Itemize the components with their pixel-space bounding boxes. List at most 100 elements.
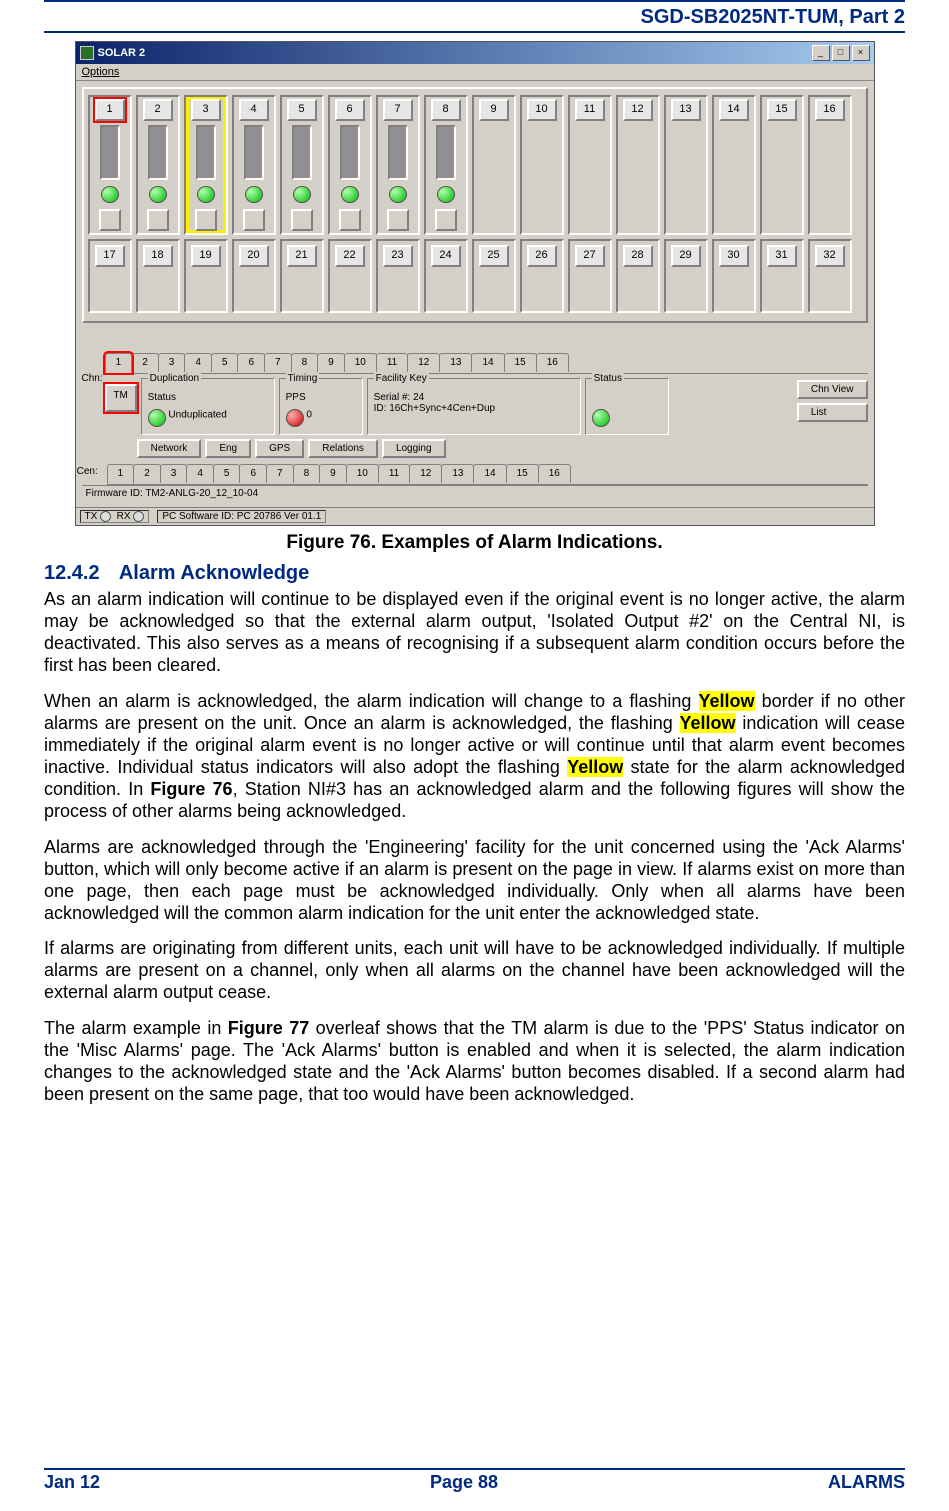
cen-tab-6[interactable]: 6: [239, 464, 267, 483]
chn-tab-8[interactable]: 8: [291, 353, 319, 372]
station-slot-19[interactable]: 19: [184, 239, 228, 313]
station-slot-10[interactable]: 10: [520, 95, 564, 235]
station-slot-1[interactable]: 1: [88, 95, 132, 235]
station-slot-16[interactable]: 16: [808, 95, 852, 235]
menu-bar[interactable]: Options: [76, 64, 874, 81]
station-slot-3[interactable]: 3: [184, 95, 228, 235]
slot-number: 31: [767, 245, 797, 267]
station-slot-9[interactable]: 9: [472, 95, 516, 235]
chn-tab-16[interactable]: 16: [536, 353, 569, 372]
cen-tab-4[interactable]: 4: [186, 464, 214, 483]
cen-tab-9[interactable]: 9: [319, 464, 347, 483]
chn-tab-5[interactable]: 5: [211, 353, 239, 372]
gps-button[interactable]: GPS: [255, 439, 304, 458]
chn-tab-10[interactable]: 10: [344, 353, 377, 372]
eng-button[interactable]: Eng: [205, 439, 251, 458]
station-slot-23[interactable]: 23: [376, 239, 420, 313]
pps-led-icon: [286, 409, 304, 427]
cen-tab-1[interactable]: 1: [107, 464, 135, 484]
list-button[interactable]: List: [797, 403, 868, 422]
station-slot-11[interactable]: 11: [568, 95, 612, 235]
chn-tab-14[interactable]: 14: [471, 353, 504, 372]
slot-square-button[interactable]: [195, 209, 217, 231]
station-slot-12[interactable]: 12: [616, 95, 660, 235]
station-slot-29[interactable]: 29: [664, 239, 708, 313]
cen-tab-16[interactable]: 16: [538, 464, 571, 483]
chn-tab-1[interactable]: 1: [105, 353, 133, 373]
slot-square-button[interactable]: [243, 209, 265, 231]
chn-tab-4[interactable]: 4: [184, 353, 212, 372]
tx-label: TX: [85, 511, 98, 522]
slot-square-button[interactable]: [99, 209, 121, 231]
chn-view-button[interactable]: Chn View: [797, 380, 868, 399]
station-slot-4[interactable]: 4: [232, 95, 276, 235]
network-button[interactable]: Network: [137, 439, 202, 458]
station-slot-14[interactable]: 14: [712, 95, 756, 235]
slot-led-icon: [437, 186, 455, 204]
station-slot-20[interactable]: 20: [232, 239, 276, 313]
para-1: As an alarm indication will continue to …: [44, 589, 905, 677]
station-slot-7[interactable]: 7: [376, 95, 420, 235]
station-slot-30[interactable]: 30: [712, 239, 756, 313]
station-slot-24[interactable]: 24: [424, 239, 468, 313]
station-slot-22[interactable]: 22: [328, 239, 372, 313]
slot-number: 32: [815, 245, 845, 267]
slot-square-button[interactable]: [147, 209, 169, 231]
chn-tab-13[interactable]: 13: [439, 353, 472, 372]
close-button[interactable]: ×: [852, 45, 870, 61]
cen-tab-10[interactable]: 10: [346, 464, 379, 483]
menu-options[interactable]: Options: [82, 66, 120, 78]
station-slot-13[interactable]: 13: [664, 95, 708, 235]
minimize-button[interactable]: _: [812, 45, 830, 61]
slot-square-button[interactable]: [339, 209, 361, 231]
cen-tab-14[interactable]: 14: [473, 464, 506, 483]
slot-square-button[interactable]: [387, 209, 409, 231]
station-slot-17[interactable]: 17: [88, 239, 132, 313]
chn-tab-3[interactable]: 3: [158, 353, 186, 372]
station-slot-2[interactable]: 2: [136, 95, 180, 235]
cen-tab-11[interactable]: 11: [378, 464, 410, 483]
cen-tab-8[interactable]: 8: [293, 464, 321, 483]
cen-tab-2[interactable]: 2: [133, 464, 161, 483]
chn-tab-15[interactable]: 15: [504, 353, 537, 372]
facility-caption: Facility Key: [374, 373, 429, 384]
relations-button[interactable]: Relations: [308, 439, 378, 458]
slot-bar-icon: [388, 125, 408, 180]
cen-tab-3[interactable]: 3: [160, 464, 188, 483]
cen-tab-5[interactable]: 5: [213, 464, 241, 483]
app-icon: [80, 46, 94, 60]
cen-tab-7[interactable]: 7: [266, 464, 294, 483]
station-slot-6[interactable]: 6: [328, 95, 372, 235]
logging-button[interactable]: Logging: [382, 439, 446, 458]
slot-number: 3: [191, 99, 221, 121]
chn-tab-12[interactable]: 12: [407, 353, 440, 372]
station-row-top: 12345678910111213141516: [88, 95, 862, 235]
chn-tab-9[interactable]: 9: [317, 353, 345, 372]
maximize-button[interactable]: □: [832, 45, 850, 61]
station-slot-32[interactable]: 32: [808, 239, 852, 313]
station-slot-31[interactable]: 31: [760, 239, 804, 313]
chn-tab-11[interactable]: 11: [376, 353, 408, 372]
chn-tab-7[interactable]: 7: [264, 353, 292, 372]
station-slot-5[interactable]: 5: [280, 95, 324, 235]
station-slot-28[interactable]: 28: [616, 239, 660, 313]
cen-tab-13[interactable]: 13: [441, 464, 474, 483]
timing-caption: Timing: [286, 373, 320, 384]
station-slot-26[interactable]: 26: [520, 239, 564, 313]
station-slot-8[interactable]: 8: [424, 95, 468, 235]
station-slot-27[interactable]: 27: [568, 239, 612, 313]
figure-caption: Figure 76. Examples of Alarm Indications…: [44, 532, 905, 554]
chn-tab-2[interactable]: 2: [131, 353, 159, 372]
cen-tab-12[interactable]: 12: [409, 464, 442, 483]
station-slot-21[interactable]: 21: [280, 239, 324, 313]
station-slot-15[interactable]: 15: [760, 95, 804, 235]
page-footer: Jan 12 Page 88 ALARMS: [44, 1468, 905, 1493]
chn-tab-6[interactable]: 6: [237, 353, 265, 372]
cen-tab-15[interactable]: 15: [506, 464, 539, 483]
station-slot-18[interactable]: 18: [136, 239, 180, 313]
slot-square-button[interactable]: [291, 209, 313, 231]
app-window: SOLAR 2 _ □ × Options 123456789101112131…: [75, 41, 875, 526]
slot-square-button[interactable]: [435, 209, 457, 231]
tm-button[interactable]: TM: [105, 384, 137, 412]
station-slot-25[interactable]: 25: [472, 239, 516, 313]
